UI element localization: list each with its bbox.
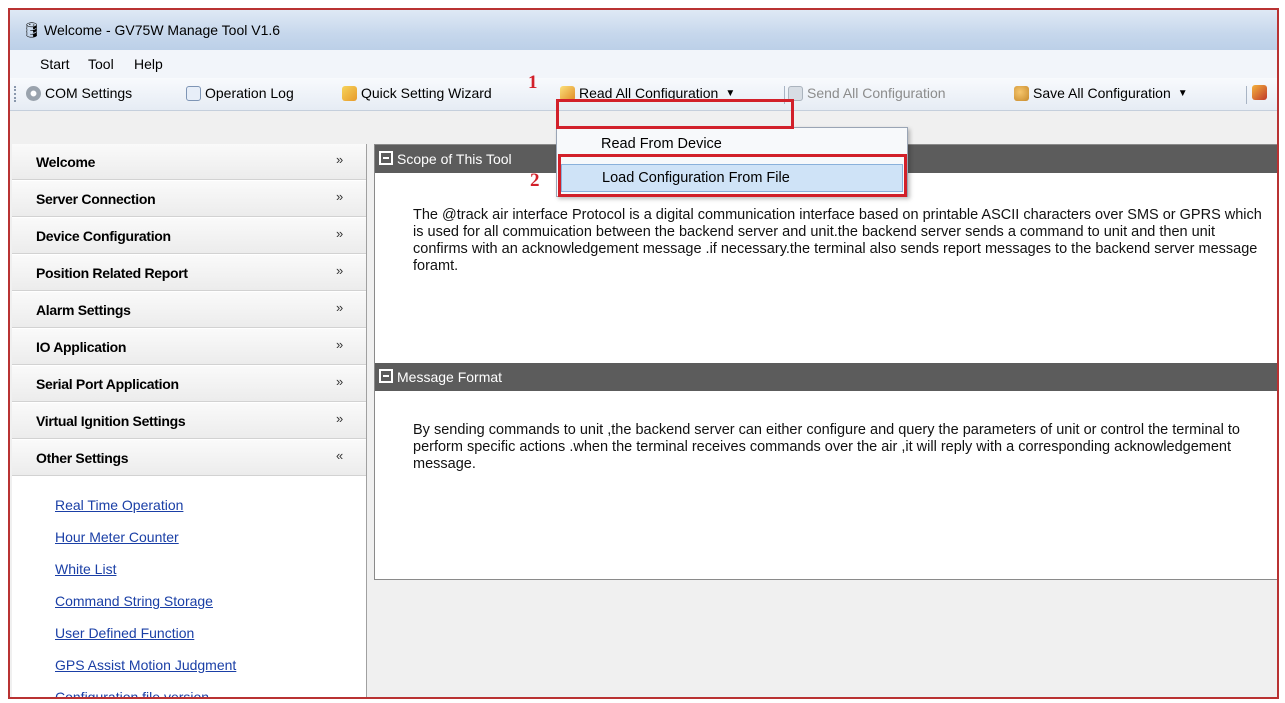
- sidebar-section-alarm-settings[interactable]: Alarm Settings »: [12, 292, 366, 328]
- sidebar-section-label: Virtual Ignition Settings: [36, 413, 186, 429]
- content-area: Scope of This Tool The @track air interf…: [374, 144, 1277, 580]
- overflow-tool-button[interactable]: [1252, 85, 1267, 100]
- save-all-configuration-label: Save All Configuration: [1033, 85, 1171, 101]
- quick-setting-wizard-label: Quick Setting Wizard: [361, 85, 492, 101]
- sidebar-section-label: IO Application: [36, 339, 127, 355]
- sidebar-section-virtual-ignition-settings[interactable]: Virtual Ignition Settings »: [12, 403, 366, 439]
- link-configuration-file-version[interactable]: Configuration file version: [55, 689, 209, 697]
- sidebar-section-welcome[interactable]: Welcome »: [12, 144, 366, 180]
- menu-start[interactable]: Start: [40, 56, 70, 72]
- menu-item-label: Read From Device: [601, 136, 722, 152]
- panel-title: Scope of This Tool: [397, 151, 512, 167]
- sidebar-section-label: Server Connection: [36, 191, 156, 207]
- toolbar-separator: [1246, 86, 1247, 104]
- com-settings-button[interactable]: COM Settings: [26, 85, 132, 101]
- annotation-number-2: 2: [530, 170, 540, 191]
- annotation-number-1: 1: [528, 72, 538, 93]
- send-all-configuration-label: Send All Configuration: [807, 85, 946, 101]
- sidebar-section-label: Position Related Report: [36, 265, 188, 281]
- save-all-configuration-button[interactable]: Save All Configuration ▼: [1014, 85, 1188, 101]
- toolbar-grip[interactable]: [14, 86, 19, 102]
- save-config-icon: [1014, 85, 1029, 101]
- operation-log-label: Operation Log: [205, 85, 294, 101]
- window-title: Welcome - GV75W Manage Tool V1.6: [44, 22, 281, 38]
- com-settings-label: COM Settings: [45, 85, 133, 101]
- chevron-double-down-icon: »: [336, 189, 344, 204]
- sidebar-section-label: Other Settings: [36, 450, 129, 466]
- gear-icon: [26, 85, 41, 101]
- link-gps-assist-motion-judgment[interactable]: GPS Assist Motion Judgment: [55, 657, 236, 673]
- sidebar-section-serial-port-application[interactable]: Serial Port Application »: [12, 366, 366, 402]
- chevron-double-down-icon: »: [336, 263, 344, 278]
- sidebar-section-label: Welcome: [36, 154, 96, 170]
- panel-body-scope: The @track air interface Protocol is a d…: [413, 207, 1262, 274]
- annotation-box-step-1: [556, 99, 794, 129]
- panel-title: Message Format: [397, 369, 503, 385]
- empty-workspace: [374, 580, 1277, 697]
- collapse-icon[interactable]: [379, 151, 393, 165]
- send-all-configuration-button: Send All Configuration: [788, 85, 946, 101]
- sidebar: Welcome » Server Connection » Device Con…: [12, 144, 367, 697]
- app-window: 🛢 Welcome - GV75W Manage Tool V1.6 Start…: [8, 8, 1279, 699]
- panel-header-message-format[interactable]: Message Format: [375, 363, 1277, 391]
- operation-log-button[interactable]: Operation Log: [186, 85, 294, 101]
- menu-tool[interactable]: Tool: [88, 56, 114, 72]
- sidebar-section-device-configuration[interactable]: Device Configuration »: [12, 218, 366, 254]
- chevron-double-down-icon: »: [336, 152, 344, 167]
- panel-body-message-format: By sending commands to unit ,the backend…: [413, 422, 1240, 472]
- sidebar-section-position-related-report[interactable]: Position Related Report »: [12, 255, 366, 291]
- chevron-down-icon: ▼: [725, 87, 736, 99]
- chevron-double-down-icon: »: [336, 300, 344, 315]
- chevron-double-down-icon: »: [336, 226, 344, 241]
- title-bar: 🛢 Welcome - GV75W Manage Tool V1.6: [10, 10, 1277, 50]
- annotation-box-step-2: [558, 154, 907, 197]
- log-icon: [186, 85, 201, 101]
- link-hour-meter-counter[interactable]: Hour Meter Counter: [55, 529, 179, 545]
- link-real-time-operation[interactable]: Real Time Operation: [55, 497, 183, 513]
- link-user-defined-function[interactable]: User Defined Function: [55, 625, 194, 641]
- chevron-double-down-icon: »: [336, 374, 344, 389]
- chevron-double-down-icon: »: [336, 337, 344, 352]
- link-white-list[interactable]: White List: [55, 561, 116, 577]
- link-command-string-storage[interactable]: Command String Storage: [55, 593, 213, 609]
- chevron-down-icon: ▼: [1177, 87, 1188, 99]
- sidebar-section-server-connection[interactable]: Server Connection »: [12, 181, 366, 217]
- image-icon: [1252, 85, 1267, 100]
- app-icon: 🛢: [22, 22, 42, 39]
- sidebar-section-label: Alarm Settings: [36, 302, 131, 318]
- wizard-icon: [342, 85, 357, 101]
- sidebar-section-io-application[interactable]: IO Application »: [12, 329, 366, 365]
- sidebar-section-other-settings[interactable]: Other Settings «: [12, 440, 366, 476]
- chevron-double-up-icon: «: [336, 448, 344, 463]
- collapse-icon[interactable]: [379, 369, 393, 383]
- quick-setting-wizard-button[interactable]: Quick Setting Wizard: [342, 85, 492, 101]
- menu-help[interactable]: Help: [134, 56, 163, 72]
- sidebar-section-label: Device Configuration: [36, 228, 171, 244]
- menu-bar: Start Tool Help: [10, 50, 1277, 78]
- chevron-double-down-icon: »: [336, 411, 344, 426]
- sidebar-section-label: Serial Port Application: [36, 376, 179, 392]
